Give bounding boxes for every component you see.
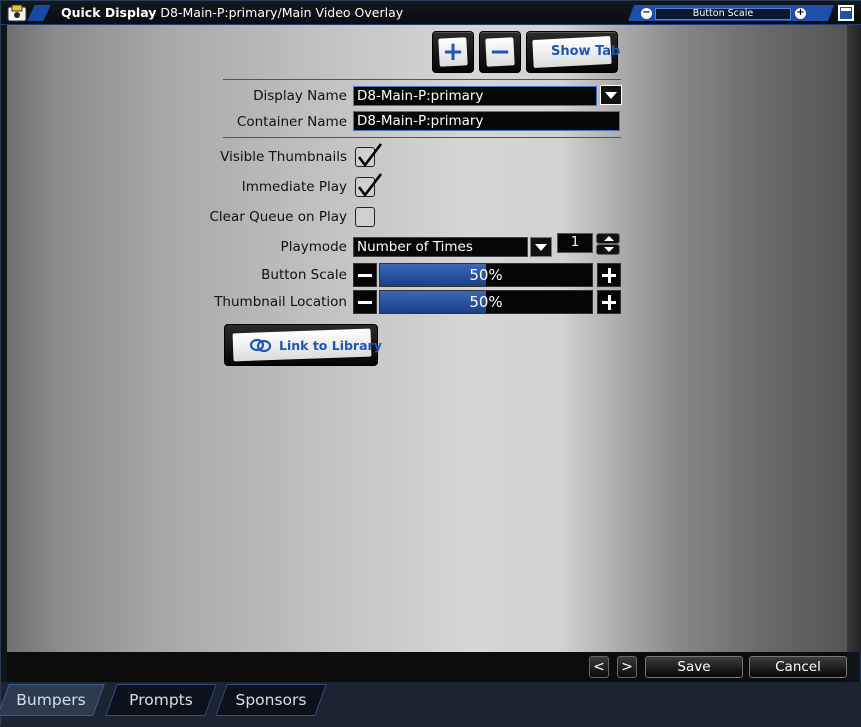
playmode-dropdown-icon[interactable] — [530, 237, 552, 257]
remove-button[interactable]: − — [479, 31, 521, 73]
title-bar: Quick Display D8-Main-P:primary/Main Vide… — [1, 1, 861, 25]
tab-label: Bumpers — [16, 691, 86, 709]
window-title: Quick Display D8-Main-P:primary/Main Vide… — [61, 5, 403, 20]
divider — [223, 79, 621, 80]
minus-icon: − — [489, 37, 511, 67]
display-name-label: Display Name — [253, 88, 347, 104]
playmode-label: Playmode — [280, 239, 347, 255]
tab-bumpers[interactable]: Bumpers — [0, 684, 105, 716]
clear-queue-checkbox[interactable] — [355, 207, 375, 227]
button-scale-plus-icon[interactable] — [597, 263, 621, 287]
visible-thumbnails-label: Visible Thumbnails — [220, 149, 347, 165]
display-name-field[interactable]: D8-Main-P:primary — [353, 86, 597, 106]
tab-prompts[interactable]: Prompts — [105, 684, 217, 716]
button-scale-label: Button Scale — [261, 267, 347, 283]
playmode-count-field[interactable]: 1 — [557, 233, 593, 253]
add-button[interactable]: + — [432, 31, 474, 73]
immediate-play-checkbox[interactable] — [355, 173, 383, 198]
thumbnail-location-label: Thumbnail Location — [214, 294, 347, 310]
app-name: Quick Display — [61, 5, 157, 20]
button-scale-slider[interactable]: Button Scale — [655, 8, 791, 20]
show-tab-button[interactable]: Show Tab — [526, 31, 621, 73]
button-scale-slider[interactable]: 50% — [379, 263, 593, 287]
divider — [223, 137, 621, 138]
thumbnail-location-slider[interactable]: 50% — [379, 290, 593, 314]
link-to-library-button[interactable]: Link to Library — [224, 324, 382, 366]
container-name-field[interactable]: D8-Main-P:primary — [353, 111, 620, 131]
button-scale-value: 50% — [469, 266, 503, 284]
display-name-dropdown-icon[interactable] — [600, 85, 622, 105]
plus-icon: + — [442, 37, 464, 67]
tab-label: Prompts — [129, 691, 193, 709]
settings-panel: + − Show Tab Display Name D8-Main-P:prim… — [7, 25, 847, 652]
tab-sponsors[interactable]: Sponsors — [215, 684, 327, 716]
scale-increase-button[interactable]: + — [795, 8, 806, 19]
link-icon — [249, 338, 272, 353]
thumbnail-location-value: 50% — [469, 293, 503, 311]
quick-display-window: Quick Display D8-Main-P:primary/Main Vide… — [0, 0, 861, 727]
button-scale-minus-icon[interactable] — [353, 263, 377, 287]
count-decrement-icon[interactable] — [596, 244, 620, 255]
show-tab-label: Show Tab — [551, 44, 621, 59]
panel-edge — [847, 25, 861, 652]
action-bar: < > Save Cancel — [7, 652, 847, 682]
checkmark-icon — [357, 143, 383, 168]
clear-queue-label: Clear Queue on Play — [209, 209, 348, 225]
next-icon[interactable]: > — [617, 656, 637, 678]
link-to-library-label: Link to Library — [279, 338, 382, 353]
scale-decrease-button[interactable]: − — [641, 8, 652, 19]
visible-thumbnails-checkbox[interactable] — [355, 143, 383, 168]
immediate-play-label: Immediate Play — [241, 179, 347, 195]
tab-bar: Bumpers Prompts Sponsors — [0, 682, 861, 727]
app-icon — [7, 4, 27, 22]
count-increment-icon[interactable] — [596, 233, 620, 244]
previous-icon[interactable]: < — [589, 656, 609, 678]
playmode-select[interactable]: Number of Times — [353, 237, 528, 257]
thumbnail-location-minus-icon[interactable] — [353, 290, 377, 314]
title-accent — [27, 5, 51, 21]
cancel-button[interactable]: Cancel — [749, 656, 847, 678]
maximize-icon[interactable] — [838, 5, 854, 21]
save-button[interactable]: Save — [645, 656, 743, 678]
tab-label: Sponsors — [235, 691, 307, 709]
document-name: D8-Main-P:primary/Main Video Overlay — [160, 5, 404, 20]
container-name-label: Container Name — [236, 114, 347, 130]
checkmark-icon — [357, 173, 383, 198]
thumbnail-location-plus-icon[interactable] — [597, 290, 621, 314]
